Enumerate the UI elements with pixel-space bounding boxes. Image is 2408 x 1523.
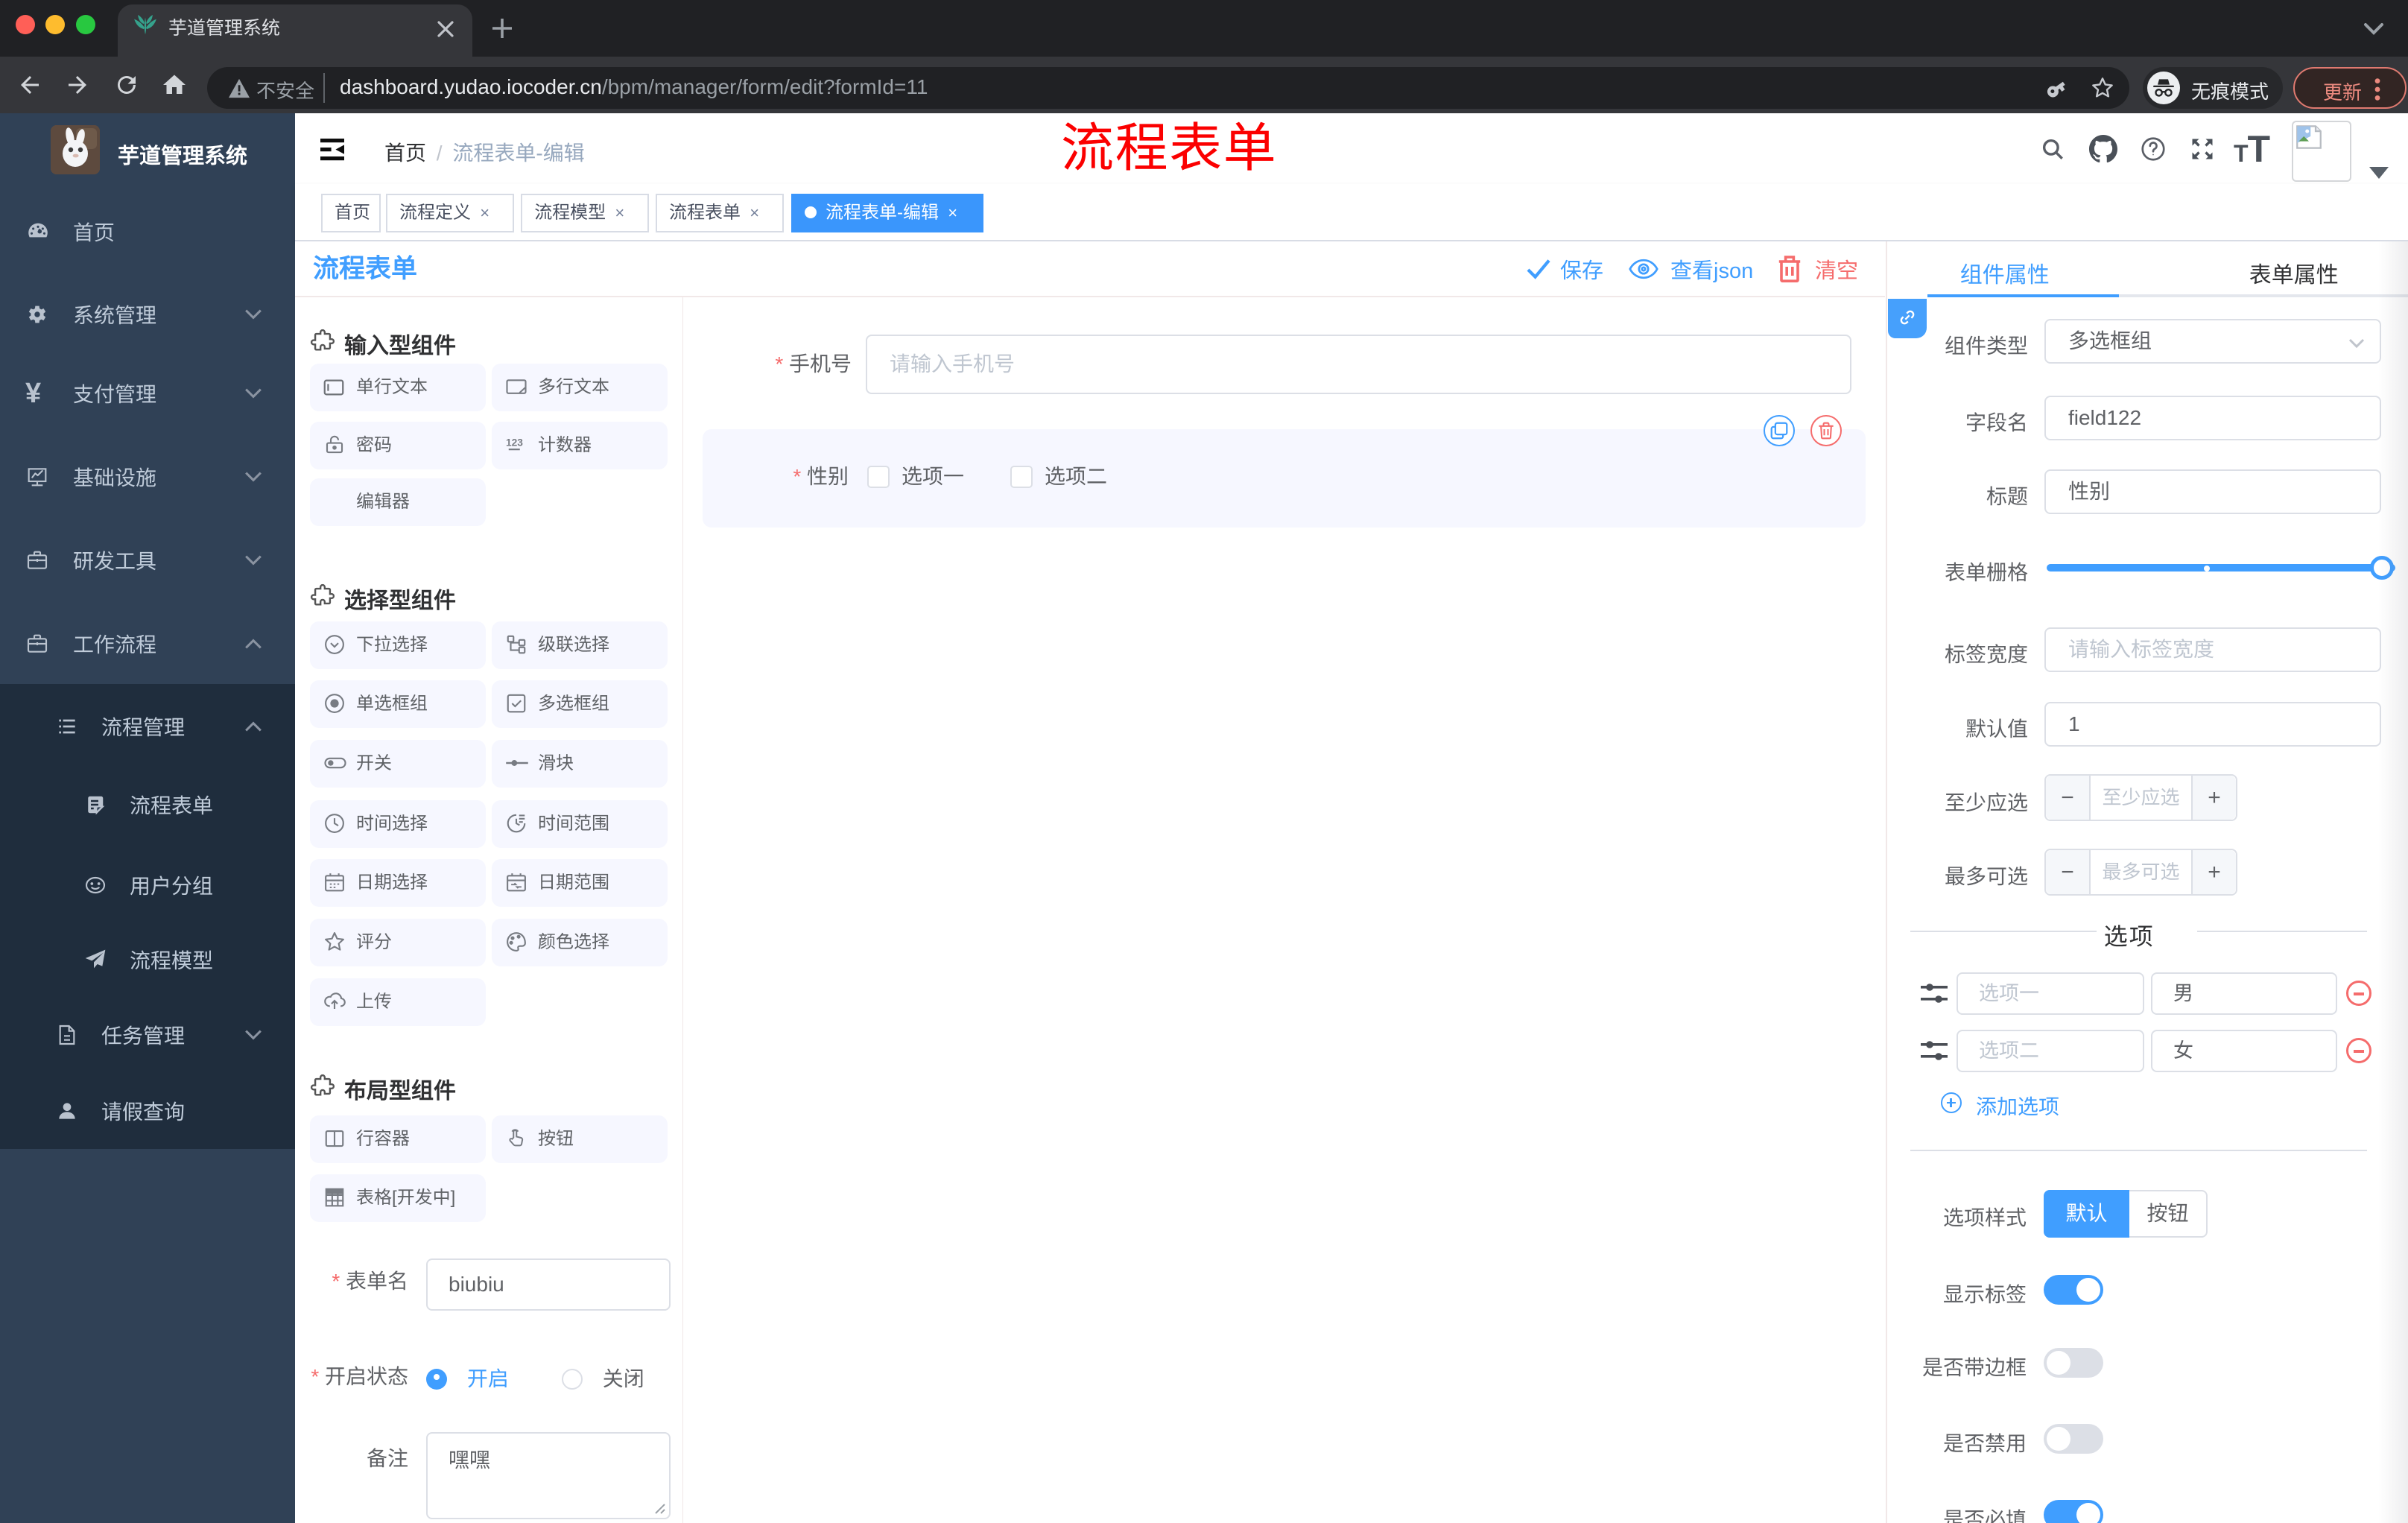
svg-text:123: 123 [506, 437, 523, 448]
